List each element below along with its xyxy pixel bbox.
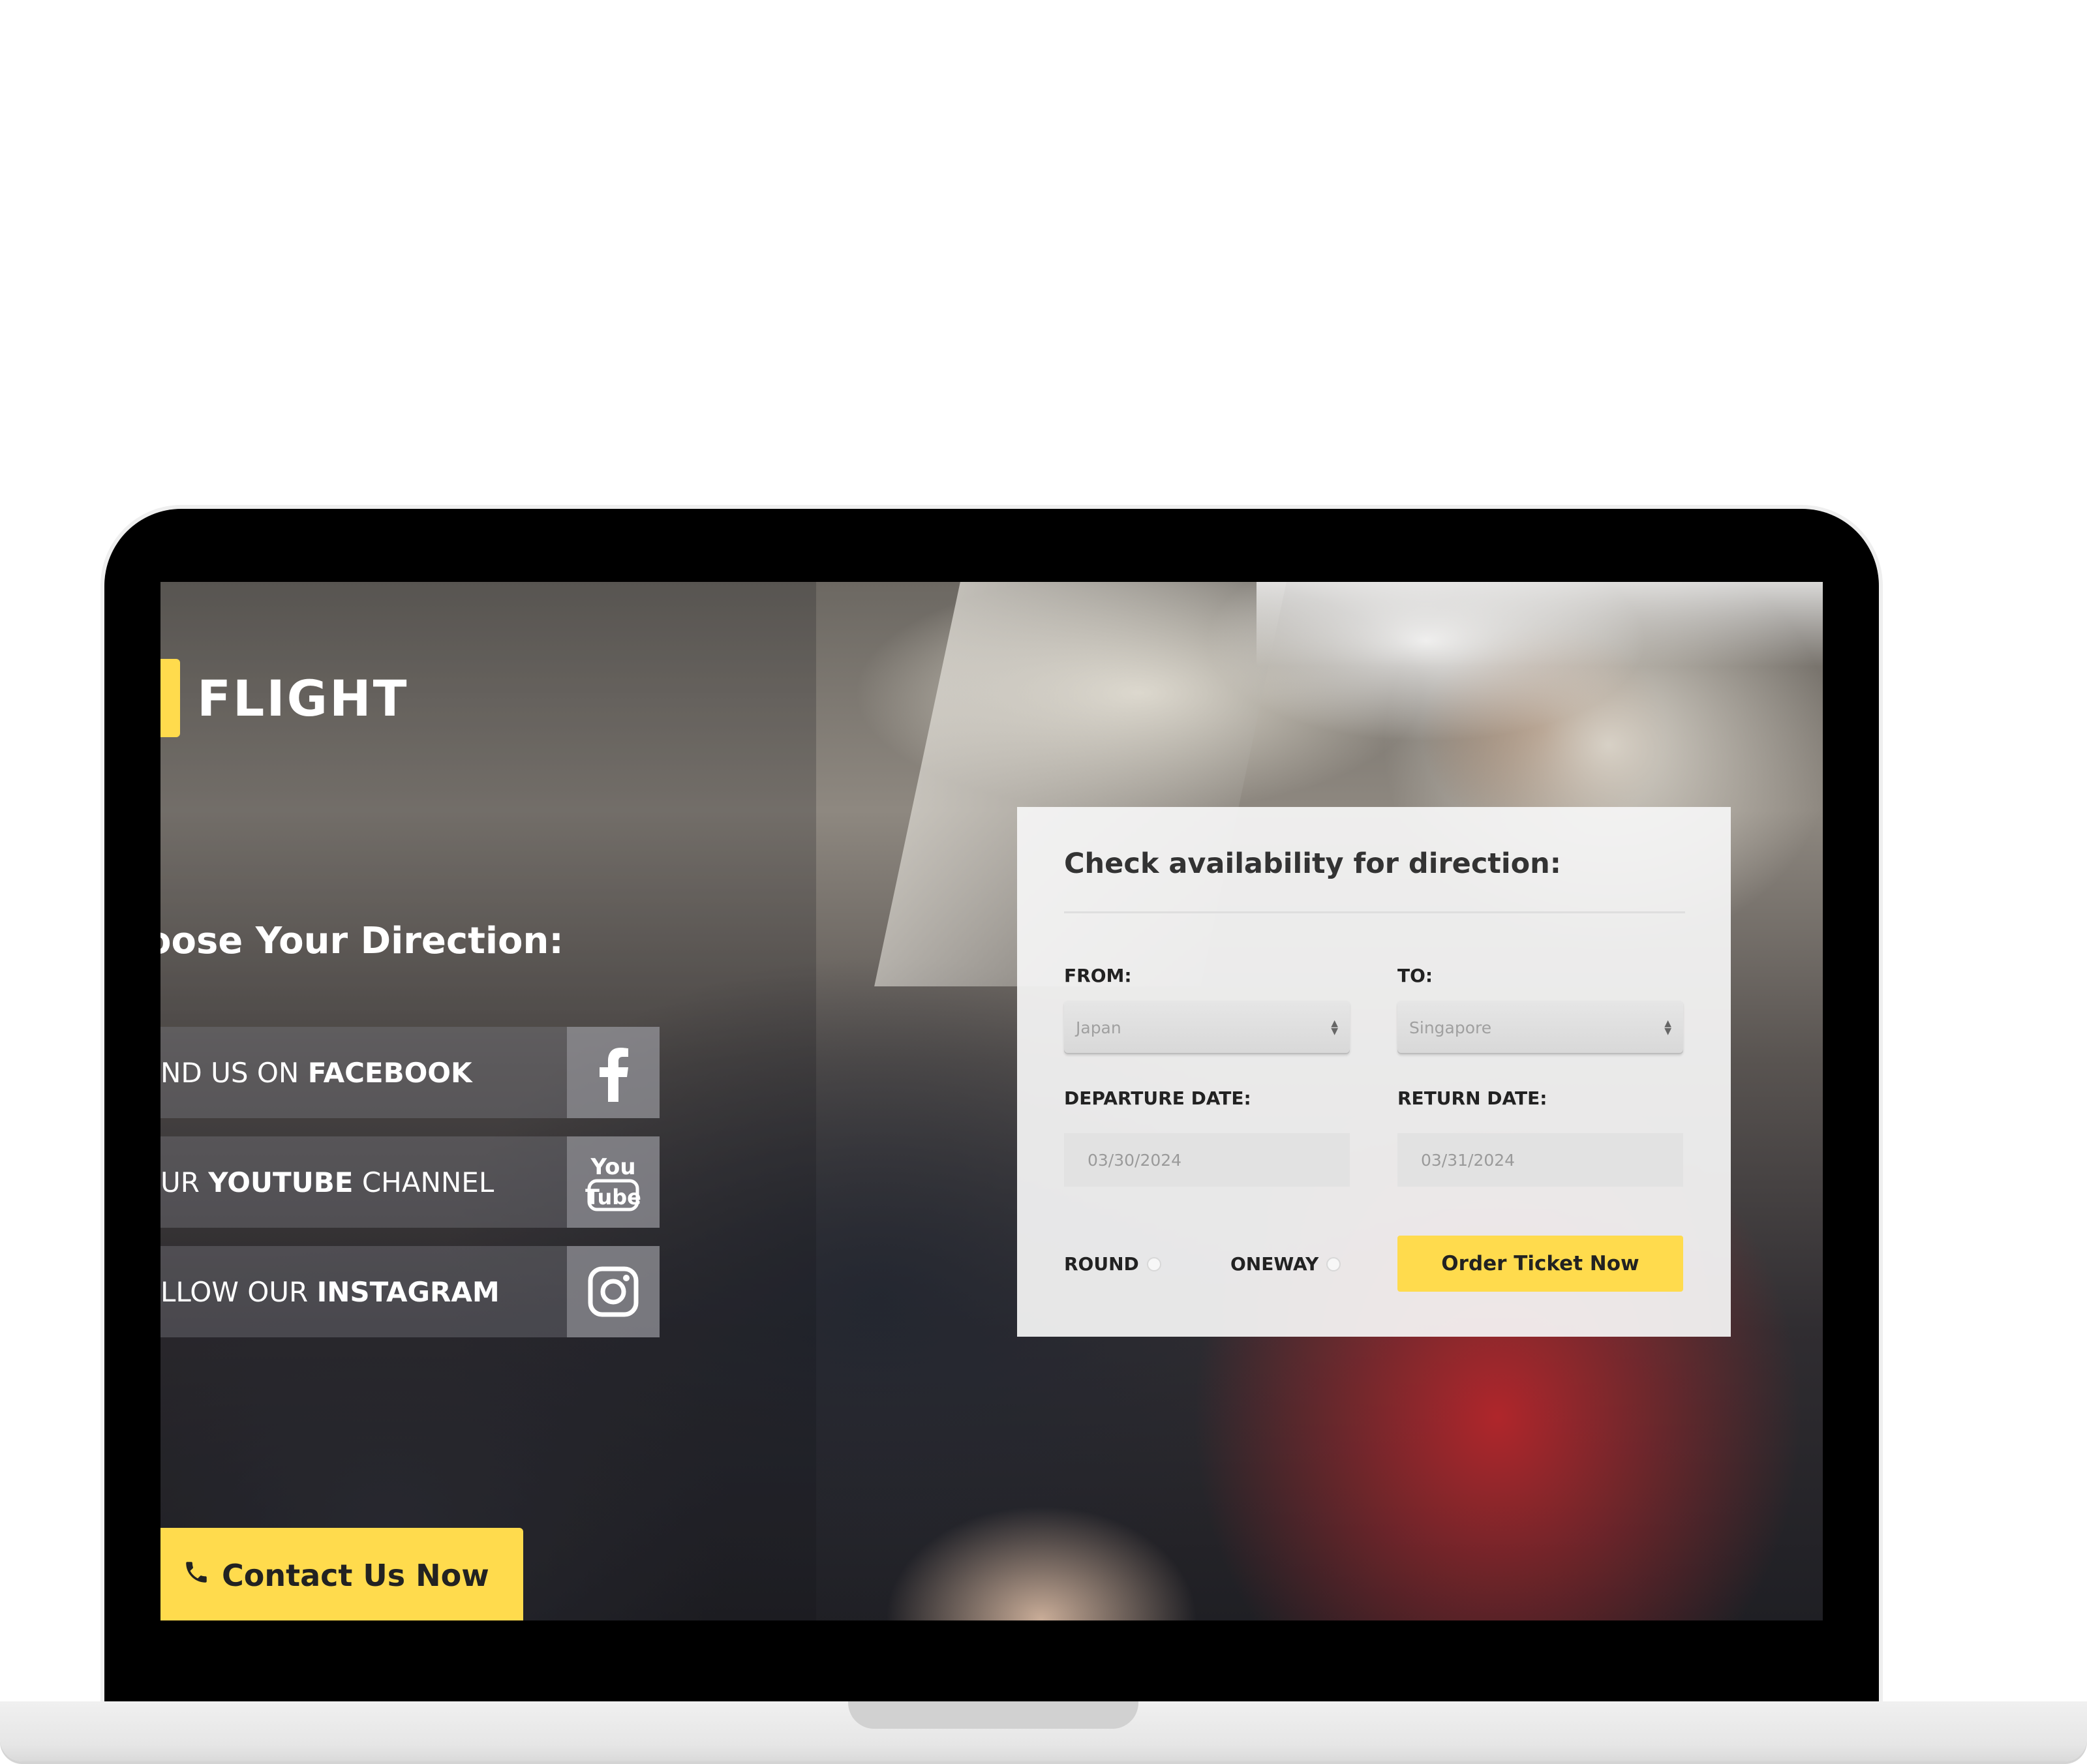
direction-title: oose Your Direction:: [160, 920, 564, 962]
return-date-label: RETURN DATE:: [1397, 1087, 1547, 1109]
social-link-label: LLOW OUR INSTAGRAM: [160, 1275, 500, 1308]
contact-us-button[interactable]: Contact Us Now: [160, 1528, 523, 1620]
oneway-label: ONEWAY: [1230, 1253, 1319, 1275]
social-link-youtube[interactable]: UR YOUTUBE CHANNEL You Tube: [160, 1136, 660, 1228]
departure-date-label: DEPARTURE DATE:: [1064, 1087, 1251, 1109]
social-link-instagram[interactable]: LLOW OUR INSTAGRAM: [160, 1246, 660, 1337]
from-label: FROM:: [1064, 965, 1132, 986]
round-trip-option[interactable]: ROUND: [1064, 1253, 1161, 1275]
social-link-label: ND US ON FACEBOOK: [160, 1056, 472, 1089]
facebook-icon[interactable]: [567, 1027, 660, 1118]
booking-title: Check availability for direction:: [1064, 847, 1561, 880]
booking-form: Check availability for direction: FROM: …: [1017, 807, 1731, 1337]
departure-date-value: 03/30/2024: [1088, 1150, 1182, 1170]
round-label: ROUND: [1064, 1253, 1139, 1275]
phone-icon: [183, 1558, 210, 1593]
oneway-option[interactable]: ONEWAY: [1230, 1253, 1341, 1275]
round-radio[interactable]: [1146, 1256, 1161, 1271]
logo-mark: [160, 659, 180, 737]
svg-text:You: You: [590, 1154, 635, 1180]
laptop-screen: FLIGHT oose Your Direction: ND US ON FAC…: [160, 582, 1823, 1620]
left-panel: FLIGHT oose Your Direction: ND US ON FAC…: [160, 582, 816, 1620]
contact-us-label: Contact Us Now: [222, 1558, 489, 1593]
oneway-radio[interactable]: [1326, 1256, 1341, 1271]
select-arrows-icon: ▲ ▼: [1664, 1018, 1671, 1037]
to-select-value: Singapore: [1409, 1018, 1492, 1037]
return-date-value: 03/31/2024: [1421, 1150, 1516, 1170]
return-date-input[interactable]: 03/31/2024: [1397, 1133, 1683, 1187]
to-label: TO:: [1397, 965, 1433, 986]
logo[interactable]: FLIGHT: [160, 659, 408, 737]
laptop-notch: [848, 1701, 1138, 1729]
youtube-icon[interactable]: You Tube: [567, 1136, 660, 1228]
select-arrows-icon: ▲ ▼: [1331, 1018, 1338, 1037]
from-select[interactable]: Japan ▲ ▼: [1064, 1001, 1350, 1054]
social-link-label: UR YOUTUBE CHANNEL: [160, 1166, 495, 1198]
from-select-value: Japan: [1076, 1018, 1121, 1037]
svg-text:Tube: Tube: [585, 1185, 641, 1209]
departure-date-input[interactable]: 03/30/2024: [1064, 1133, 1350, 1187]
instagram-icon[interactable]: [567, 1246, 660, 1337]
booking-divider: [1064, 911, 1685, 913]
logo-text: FLIGHT: [197, 669, 409, 727]
to-select[interactable]: Singapore ▲ ▼: [1397, 1001, 1683, 1054]
order-ticket-button[interactable]: Order Ticket Now: [1397, 1236, 1683, 1292]
social-link-facebook[interactable]: ND US ON FACEBOOK: [160, 1027, 660, 1118]
